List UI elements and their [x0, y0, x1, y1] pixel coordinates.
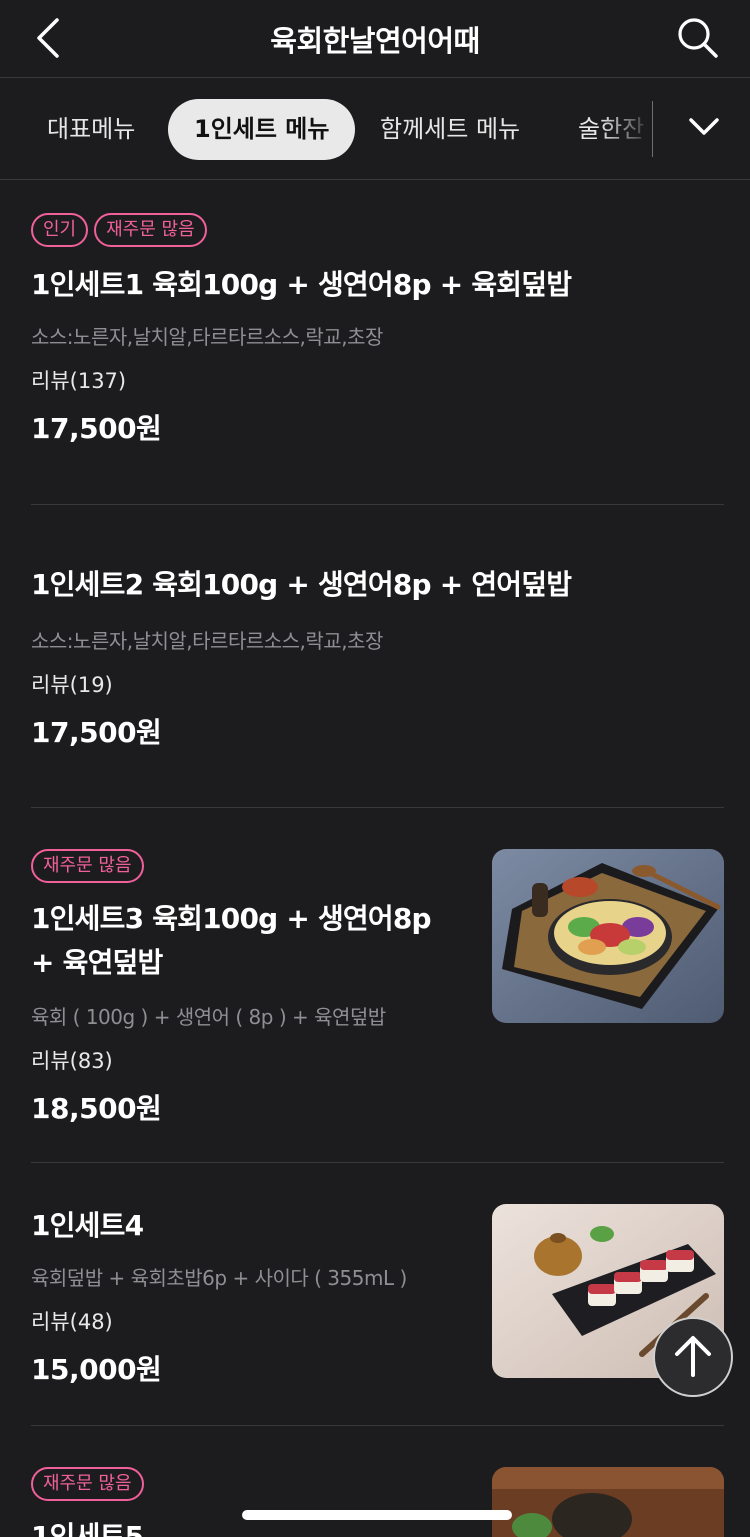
page-title: 육회한날연어어때 [270, 24, 480, 58]
item-divider [31, 1425, 724, 1426]
badge-group: 재주문 많음 [31, 1467, 150, 1501]
menu-item-review-count: 리뷰(137) [31, 369, 127, 393]
menu-item-price: 15,000원 [31, 1353, 162, 1386]
menu-item-price: 17,500원 [31, 412, 162, 445]
category-tabs: 대표메뉴 1인세트 메뉴 함께세트 메뉴 술한잔 [0, 79, 750, 180]
menu-item-price: 17,500원 [31, 716, 162, 749]
reorder-badge: 재주문 많음 [94, 213, 207, 247]
menu-item-name: 1인세트1 육회100g + 생연어8p + 육회덮밥 [31, 268, 572, 301]
arrow-up-icon [675, 1336, 711, 1377]
tab-single-set-menu[interactable]: 1인세트 메뉴 [168, 99, 356, 160]
item-divider [31, 504, 724, 505]
menu-item-description: 육회 ( 100g ) + 생연어 ( 8p ) + 육연덮밥 [31, 1005, 386, 1029]
menu-item-review-count: 리뷰(19) [31, 673, 113, 697]
reorder-badge: 재주문 많음 [31, 849, 144, 883]
menu-item[interactable]: 1인세트4 육회덮밥 + 육회초밥6p + 사이다 ( 355mL ) 리뷰(4… [31, 1204, 724, 1404]
home-indicator [242, 1510, 512, 1520]
menu-item-name: 1인세트4 [31, 1209, 144, 1242]
reorder-badge: 재주문 많음 [31, 1467, 144, 1501]
chevron-down-icon [689, 118, 719, 135]
scroll-to-top-button[interactable] [653, 1317, 733, 1397]
menu-item-photo [492, 1467, 724, 1537]
menu-item-name-line2: + 육연덮밥 [31, 946, 163, 979]
badge-group: 재주문 많음 [31, 849, 150, 883]
search-button[interactable] [674, 14, 722, 62]
search-icon [678, 18, 718, 58]
item-divider [31, 1162, 724, 1163]
menu-item-description: 소스:노른자,날치알,타르타르소스,락교,초장 [31, 325, 383, 349]
tab-representative-menu[interactable]: 대표메뉴 [47, 99, 135, 160]
menu-item-photo [492, 849, 724, 1023]
tab-shared-set-menu[interactable]: 함께세트 메뉴 [380, 99, 520, 160]
menu-item-description: 육회덮밥 + 육회초밥6p + 사이다 ( 355mL ) [31, 1266, 407, 1290]
item-divider [31, 807, 724, 808]
menu-item-price: 18,500원 [31, 1092, 162, 1125]
tab-fade [600, 79, 654, 179]
menu-item-name: 1인세트5 [31, 1520, 144, 1537]
top-bar: 육회한날연어어때 [0, 0, 750, 78]
tab-divider [652, 101, 653, 157]
menu-item-description: 소스:노른자,날치알,타르타르소스,락교,초장 [31, 629, 383, 653]
menu-item[interactable]: 1인세트2 육회100g + 생연어8p + 연어덮밥 소스:노른자,날치알,타… [31, 563, 724, 763]
badge-group: 인기 재주문 많음 [31, 213, 213, 247]
menu-item-review-count: 리뷰(48) [31, 1310, 113, 1334]
menu-item-name: 1인세트2 육회100g + 생연어8p + 연어덮밥 [31, 568, 572, 601]
menu-item[interactable]: 인기 재주문 많음 1인세트1 육회100g + 생연어8p + 육회덮밥 소스:… [31, 213, 724, 463]
menu-item-review-count: 리뷰(83) [31, 1049, 113, 1073]
menu-item-name: 1인세트3 육회100g + 생연어8p + 육연덮밥 [31, 897, 461, 985]
menu-item[interactable]: 재주문 많음 1인세트5 [31, 1467, 724, 1537]
expand-tabs-button[interactable] [680, 107, 728, 151]
menu-item[interactable]: 재주문 많음 1인세트3 육회100g + 생연어8p + 육연덮밥 육회 ( … [31, 849, 724, 1129]
menu-item-name-line1: 1인세트3 육회100g + 생연어8p [31, 902, 432, 935]
popular-badge: 인기 [31, 213, 89, 247]
